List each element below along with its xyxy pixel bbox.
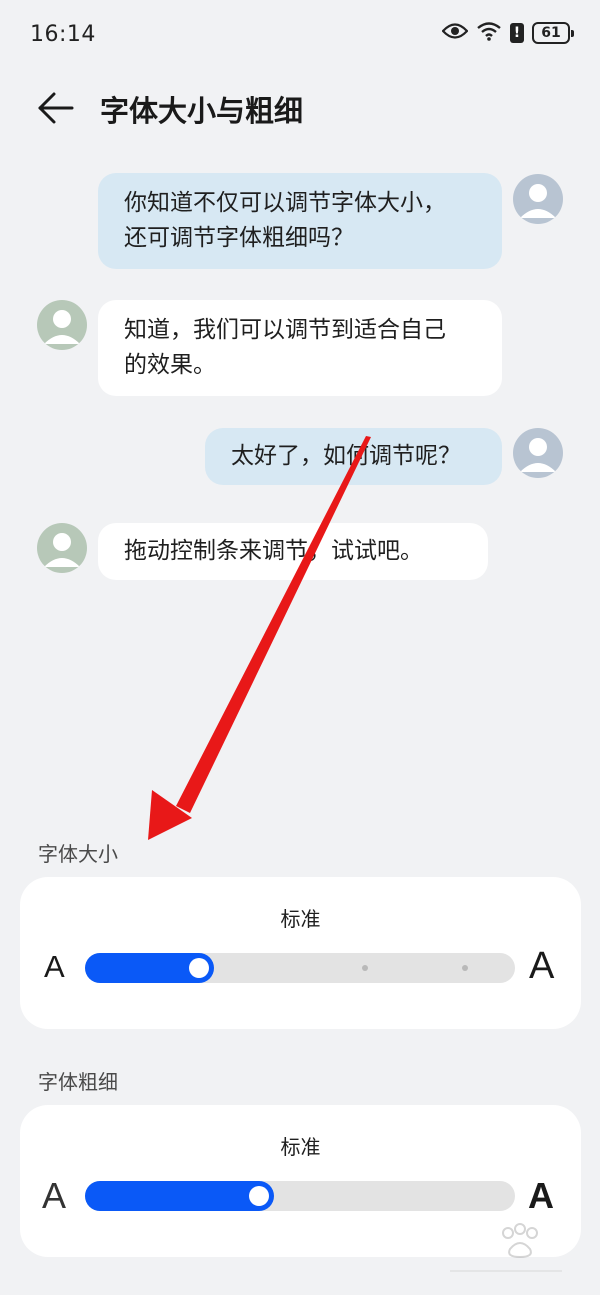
status-icons: ! 61 [441, 21, 574, 45]
status-bar: 16:14 ! 61 [0, 0, 600, 70]
battery-icon: 61 [532, 22, 574, 44]
alert-icon: ! [510, 23, 524, 43]
slider-step-dot [462, 965, 468, 971]
header: 字体大小与粗细 [0, 70, 600, 150]
chat-bubble-right: 太好了，如何调节呢？ [205, 428, 502, 485]
font-size-label: 字体大小 [38, 842, 118, 866]
font-size-slider[interactable] [85, 953, 515, 983]
chat-bubble-right: 你知道不仅可以调节字体大小， 还可调节字体粗细吗？ [98, 173, 502, 269]
small-a-icon: A [44, 949, 65, 984]
font-size-value: 标准 [280, 907, 321, 931]
chat-bubble-left: 知道，我们可以调节到适合自己 的效果。 [98, 300, 502, 396]
font-weight-slider[interactable] [85, 1181, 515, 1211]
font-weight-slider-thumb[interactable] [249, 1186, 269, 1206]
thin-a-icon: A [42, 1175, 67, 1216]
avatar-friend [37, 523, 87, 573]
chat-bubble-left: 拖动控制条来调节，试试吧。 [98, 523, 488, 580]
large-a-icon: A [529, 945, 555, 987]
font-weight-slider-fill [85, 1181, 274, 1211]
avatar-user [513, 428, 563, 478]
eye-icon [441, 22, 469, 44]
status-time: 16:14 [30, 22, 96, 47]
font-weight-value: 标准 [280, 1135, 321, 1159]
page-title: 字体大小与粗细 [100, 94, 304, 128]
back-arrow-icon[interactable] [36, 88, 76, 128]
font-weight-label: 字体粗细 [38, 1070, 118, 1094]
font-size-card: 标准 A A [20, 877, 581, 1029]
font-size-slider-thumb[interactable] [189, 958, 209, 978]
bold-a-icon: A [528, 1175, 554, 1216]
wifi-icon [476, 21, 502, 45]
avatar-user [513, 174, 563, 224]
baidu-jingyan-watermark [446, 1219, 566, 1279]
avatar-friend [37, 300, 87, 350]
slider-step-dot [362, 965, 368, 971]
